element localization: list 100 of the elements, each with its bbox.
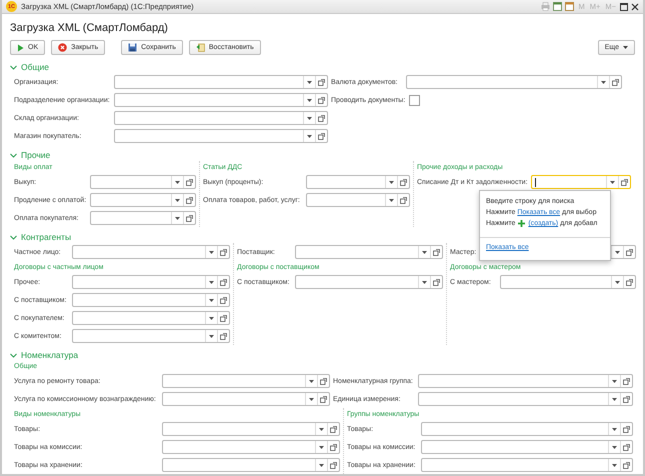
- open-icon[interactable]: [400, 196, 407, 204]
- open-icon[interactable]: [220, 296, 227, 304]
- open-icon[interactable]: [318, 96, 325, 104]
- select-field[interactable]: [162, 392, 330, 406]
- open-icon[interactable]: [626, 278, 633, 286]
- open-icon[interactable]: [220, 278, 227, 286]
- open-icon[interactable]: [186, 178, 193, 186]
- select-field[interactable]: [406, 75, 622, 89]
- select-field[interactable]: [418, 374, 633, 388]
- dropdown-caret-icon[interactable]: [612, 464, 617, 466]
- dropdown-caret-icon[interactable]: [319, 428, 324, 430]
- dropdown-caret-icon[interactable]: [422, 280, 427, 284]
- select-field[interactable]: [162, 374, 330, 388]
- open-icon[interactable]: [626, 248, 633, 256]
- table-icon[interactable]: [553, 2, 562, 11]
- open-icon[interactable]: [623, 378, 630, 384]
- select-field[interactable]: [421, 440, 633, 454]
- open-icon[interactable]: [186, 196, 193, 204]
- dropdown-caret-icon[interactable]: [307, 80, 312, 84]
- dropdown-caret-icon[interactable]: [209, 316, 214, 320]
- open-icon[interactable]: [220, 314, 227, 322]
- select-field[interactable]: [72, 275, 230, 289]
- dropdown-caret-icon[interactable]: [615, 280, 620, 284]
- close-icon: [58, 43, 68, 52]
- dropdown-caret-icon[interactable]: [422, 250, 427, 254]
- select-field[interactable]: [162, 440, 340, 454]
- open-icon[interactable]: [320, 378, 327, 384]
- select-field[interactable]: [295, 275, 443, 289]
- select-field[interactable]: [418, 392, 633, 406]
- open-icon[interactable]: [318, 78, 325, 86]
- dropdown-caret-icon[interactable]: [307, 134, 312, 138]
- select-field[interactable]: [72, 329, 230, 343]
- section-header[interactable]: Общие: [10, 61, 635, 73]
- maximize-icon[interactable]: [620, 2, 628, 10]
- dropdown-caret-icon[interactable]: [610, 180, 615, 184]
- dropdown-caret-icon[interactable]: [389, 180, 394, 184]
- open-icon[interactable]: [623, 396, 630, 402]
- section-header[interactable]: Прочие: [10, 149, 635, 161]
- select-field[interactable]: [306, 175, 410, 189]
- dropdown-caret-icon[interactable]: [319, 446, 324, 448]
- dropdown-caret-icon[interactable]: [319, 464, 324, 466]
- dropdown-caret-icon[interactable]: [175, 216, 180, 220]
- dropdown-caret-icon[interactable]: [612, 398, 617, 400]
- dropdown-caret-icon[interactable]: [175, 198, 180, 202]
- open-icon[interactable]: [330, 426, 337, 432]
- select-field[interactable]: [306, 193, 410, 207]
- select-field[interactable]: [531, 175, 631, 189]
- select-field[interactable]: [162, 458, 340, 472]
- dropdown-caret-icon[interactable]: [612, 428, 617, 430]
- open-icon[interactable]: [318, 114, 325, 122]
- open-icon[interactable]: [186, 214, 193, 222]
- dropdown-caret-icon[interactable]: [389, 198, 394, 202]
- dropdown-caret-icon[interactable]: [307, 116, 312, 120]
- open-icon[interactable]: [330, 462, 337, 468]
- open-icon[interactable]: [220, 248, 227, 256]
- dropdown-caret-icon[interactable]: [209, 334, 214, 338]
- open-icon[interactable]: [320, 396, 327, 402]
- select-field[interactable]: [72, 293, 230, 307]
- select-field[interactable]: [114, 93, 328, 107]
- dropdown-caret-icon[interactable]: [309, 380, 314, 382]
- open-icon[interactable]: [330, 444, 337, 450]
- dropdown-caret-icon[interactable]: [615, 250, 620, 254]
- select-field[interactable]: [500, 275, 636, 289]
- dropdown-caret-icon[interactable]: [612, 380, 617, 382]
- play-icon: [17, 44, 24, 52]
- select-field[interactable]: [90, 193, 196, 207]
- open-icon[interactable]: [400, 178, 407, 186]
- select-field[interactable]: [114, 111, 328, 125]
- section-header[interactable]: Контрагенты: [10, 231, 635, 243]
- select-field[interactable]: [72, 311, 230, 325]
- select-field[interactable]: [295, 245, 443, 259]
- open-icon[interactable]: [433, 278, 440, 286]
- dropdown-caret-icon[interactable]: [309, 398, 314, 400]
- close-icon[interactable]: [631, 2, 639, 10]
- select-field[interactable]: [114, 129, 328, 143]
- dropdown-caret-icon[interactable]: [175, 180, 180, 184]
- open-icon[interactable]: [623, 462, 630, 468]
- select-field[interactable]: [90, 211, 196, 225]
- open-icon[interactable]: [621, 178, 628, 186]
- dropdown-caret-icon[interactable]: [307, 98, 312, 102]
- dropdown-caret-icon[interactable]: [209, 250, 214, 254]
- dropdown-caret-icon[interactable]: [601, 80, 606, 84]
- calendar-icon[interactable]: [565, 2, 574, 11]
- open-icon[interactable]: [433, 248, 440, 256]
- open-icon[interactable]: [623, 444, 630, 450]
- open-icon[interactable]: [612, 78, 619, 86]
- dropdown-caret-icon[interactable]: [209, 298, 214, 302]
- select-field[interactable]: [421, 422, 633, 436]
- select-field[interactable]: [72, 245, 230, 259]
- open-icon[interactable]: [318, 132, 325, 140]
- select-field[interactable]: [421, 458, 633, 472]
- select-field[interactable]: [90, 175, 196, 189]
- section-header[interactable]: Номенклатура: [10, 349, 635, 361]
- dropdown-caret-icon[interactable]: [209, 280, 214, 284]
- open-icon[interactable]: [220, 332, 227, 340]
- select-field[interactable]: [114, 75, 328, 89]
- dropdown-caret-icon[interactable]: [612, 446, 617, 448]
- checkbox[interactable]: [409, 94, 420, 106]
- select-field[interactable]: [162, 422, 340, 436]
- open-icon[interactable]: [623, 426, 630, 432]
